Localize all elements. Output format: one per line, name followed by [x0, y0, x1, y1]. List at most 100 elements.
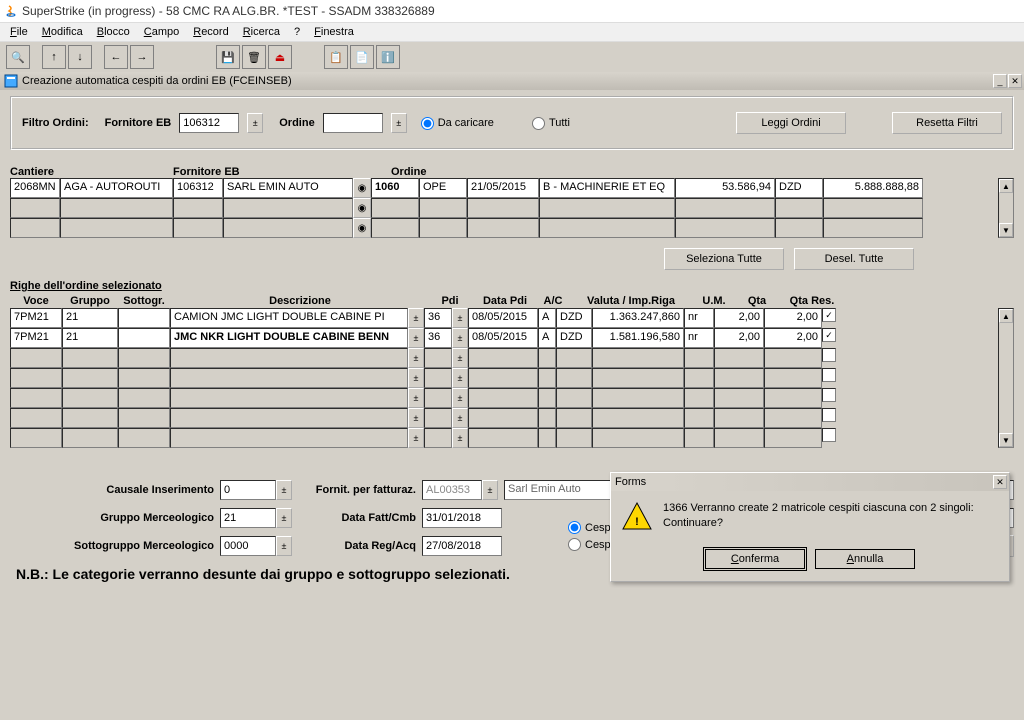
- ordine-input[interactable]: [323, 113, 383, 133]
- riga-checkbox[interactable]: [822, 368, 836, 382]
- paste-icon[interactable]: 📄: [350, 45, 374, 69]
- fornit-fatt-input[interactable]: [422, 480, 482, 500]
- left-icon[interactable]: ←: [104, 45, 128, 69]
- menu-record[interactable]: Record: [187, 24, 234, 40]
- desel-tutte-button[interactable]: Desel. Tutte: [794, 248, 914, 270]
- pdi-lookup-icon[interactable]: ±: [452, 348, 468, 368]
- descr-lookup-icon[interactable]: ±: [408, 368, 424, 388]
- riga-checkbox[interactable]: [822, 428, 836, 442]
- data-reg-label: Data Reg/Acq: [292, 540, 422, 552]
- right-icon[interactable]: →: [130, 45, 154, 69]
- pdi-lookup-icon[interactable]: ±: [452, 388, 468, 408]
- sottogruppo-input[interactable]: [220, 536, 276, 556]
- dialog-close-icon[interactable]: ✕: [993, 475, 1007, 489]
- riga-checkbox[interactable]: [822, 348, 836, 362]
- riga-checkbox[interactable]: ✓: [822, 308, 836, 322]
- copy-icon[interactable]: 📋: [324, 45, 348, 69]
- riga-row[interactable]: ±±: [10, 348, 998, 368]
- riga-checkbox[interactable]: ✓: [822, 328, 836, 342]
- riga-checkbox[interactable]: [822, 408, 836, 422]
- close-icon[interactable]: ✕: [1008, 74, 1022, 88]
- save-icon[interactable]: 💾: [216, 45, 240, 69]
- radio-dacaricare[interactable]: [421, 117, 434, 130]
- exit-icon[interactable]: ⏏: [268, 45, 292, 69]
- h-sottogr: Sottogr.: [118, 294, 170, 308]
- h-ac: A/C: [540, 294, 566, 308]
- menu-blocco[interactable]: Blocco: [91, 24, 136, 40]
- menu-ricerca[interactable]: Ricerca: [237, 24, 286, 40]
- riga-row[interactable]: ±±: [10, 388, 998, 408]
- gruppo-merc-lookup-icon[interactable]: ±: [276, 508, 292, 528]
- riga-checkbox[interactable]: [822, 388, 836, 402]
- riga-row[interactable]: 7PM2121CAMION JMC LIGHT DOUBLE CABINE PI…: [10, 308, 998, 328]
- riga-row[interactable]: 7PM2121JMC NKR LIGHT DOUBLE CABINE BENN±…: [10, 328, 998, 348]
- fornitore-lookup-icon[interactable]: ±: [247, 113, 263, 133]
- tot-cell: 5.888.888,88: [823, 178, 923, 198]
- descr-lookup-icon[interactable]: ±: [408, 348, 424, 368]
- gruppo-merc-label: Gruppo Merceologico: [10, 512, 220, 524]
- up-icon[interactable]: ↑: [42, 45, 66, 69]
- menu-finestra[interactable]: Finestra: [308, 24, 360, 40]
- fornitore-input[interactable]: [179, 113, 239, 133]
- pdi-lookup-icon[interactable]: ±: [452, 368, 468, 388]
- detail-icon[interactable]: ◉: [353, 178, 371, 198]
- dialog-titlebar[interactable]: Forms ✕: [611, 473, 1009, 491]
- orders-scrollbar[interactable]: ▲ ▼: [998, 178, 1014, 238]
- scroll-up-icon[interactable]: ▲: [999, 309, 1013, 323]
- radio-dacaricare-label: Da caricare: [438, 117, 494, 129]
- dialog-conferma-button[interactable]: Conferma: [705, 549, 805, 569]
- java-icon: [4, 4, 18, 18]
- delete-icon[interactable]: 🗑: [242, 45, 266, 69]
- pdi-lookup-icon[interactable]: ±: [452, 408, 468, 428]
- pdi-lookup-icon[interactable]: ±: [452, 428, 468, 448]
- descr-lookup-icon[interactable]: ±: [408, 308, 424, 328]
- scroll-down-icon[interactable]: ▼: [999, 433, 1013, 447]
- fornit-fatt-lookup-icon[interactable]: ±: [482, 480, 498, 500]
- causale-lookup-icon[interactable]: ±: [276, 480, 292, 500]
- scroll-up-icon[interactable]: ▲: [999, 179, 1013, 193]
- pdi-lookup-icon[interactable]: ±: [452, 308, 468, 328]
- help-icon[interactable]: ℹ️: [376, 45, 400, 69]
- righe-scrollbar[interactable]: ▲ ▼: [998, 308, 1014, 448]
- fornitore-eb-header: Fornitore EB: [173, 166, 391, 178]
- ordine-cell: 1060: [371, 178, 419, 198]
- menu-campo[interactable]: Campo: [138, 24, 185, 40]
- scroll-down-icon[interactable]: ▼: [999, 223, 1013, 237]
- radio-cespite-predef[interactable]: [568, 521, 581, 534]
- descr-lookup-icon[interactable]: ±: [408, 328, 424, 348]
- h-descrizione: Descrizione: [170, 294, 430, 308]
- sottogruppo-lookup-icon[interactable]: ±: [276, 536, 292, 556]
- data-reg-input[interactable]: [422, 536, 502, 556]
- gruppo-merc-input[interactable]: [220, 508, 276, 528]
- detail-icon[interactable]: ◉: [353, 218, 371, 238]
- detail-icon[interactable]: ◉: [353, 198, 371, 218]
- descr-lookup-icon[interactable]: ±: [408, 388, 424, 408]
- inspect-icon[interactable]: 🔍: [6, 45, 30, 69]
- descr-lookup-icon[interactable]: ±: [408, 408, 424, 428]
- h-datapdi: Data Pdi: [470, 294, 540, 308]
- resetta-filtri-button[interactable]: Resetta Filtri: [892, 112, 1002, 134]
- causale-input[interactable]: [220, 480, 276, 500]
- menu-file[interactable]: File: [4, 24, 34, 40]
- descr-lookup-icon[interactable]: ±: [408, 428, 424, 448]
- fornitore-label: Fornitore EB: [105, 117, 172, 129]
- menu-help[interactable]: ?: [288, 24, 306, 40]
- minimize-icon[interactable]: _: [993, 74, 1007, 88]
- menu-modifica[interactable]: Modifica: [36, 24, 89, 40]
- riga-row[interactable]: ±±: [10, 428, 998, 448]
- riga-row[interactable]: ±±: [10, 408, 998, 428]
- pdi-lookup-icon[interactable]: ±: [452, 328, 468, 348]
- importo-cell: 53.586,94: [675, 178, 775, 198]
- data-fatt-input[interactable]: [422, 508, 502, 528]
- data-fatt-label: Data Fatt/Cmb: [292, 512, 422, 524]
- leggi-ordini-button[interactable]: Leggi Ordini: [736, 112, 846, 134]
- riga-row[interactable]: ±±: [10, 368, 998, 388]
- order-row[interactable]: 2068MN AGA - AUTOROUTI 106312 SARL EMIN …: [10, 178, 998, 198]
- ordine-lookup-icon[interactable]: ±: [391, 113, 407, 133]
- dialog-annulla-button[interactable]: Annulla: [815, 549, 915, 569]
- seleziona-tutte-button[interactable]: Seleziona Tutte: [664, 248, 784, 270]
- form-icon: [4, 74, 18, 88]
- radio-cespite-quant[interactable]: [568, 538, 581, 551]
- down-icon[interactable]: ↓: [68, 45, 92, 69]
- radio-tutti[interactable]: [532, 117, 545, 130]
